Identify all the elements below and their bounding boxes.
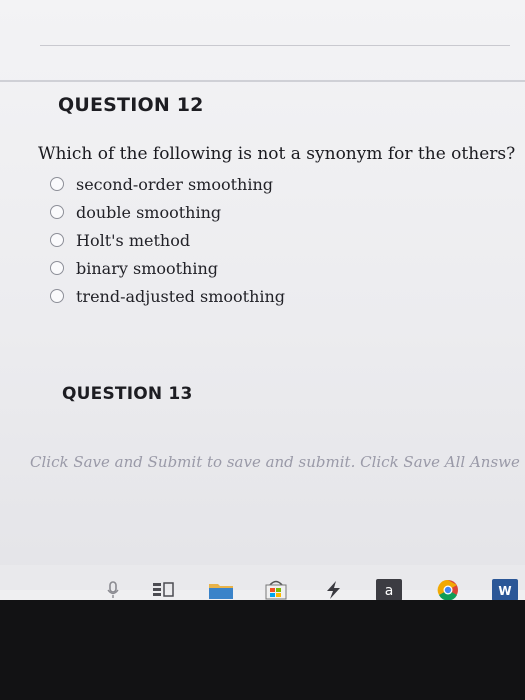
folder-icon[interactable] — [208, 580, 234, 600]
choice-option[interactable]: binary smoothing — [50, 254, 285, 282]
microphone-icon[interactable] — [106, 580, 120, 600]
choice-label: double smoothing — [76, 202, 222, 222]
question-13-title: QUESTION 13 — [62, 384, 193, 404]
choice-option[interactable]: trend-adjusted smoothing — [50, 282, 285, 310]
choice-label: binary smoothing — [76, 258, 219, 278]
choice-label: second-order smoothing — [76, 174, 273, 194]
save-instructions: Click Save and Submit to save and submit… — [30, 453, 520, 471]
radio-button[interactable] — [50, 205, 64, 219]
radio-button[interactable] — [50, 177, 64, 191]
question-12-title: QUESTION 12 — [58, 94, 204, 116]
store-icon[interactable] — [265, 580, 287, 600]
question-divider — [0, 80, 525, 82]
amazon-icon[interactable]: a — [376, 579, 402, 601]
radio-button[interactable] — [50, 289, 64, 303]
task-view-icon[interactable] — [152, 580, 174, 600]
svg-text:a: a — [385, 583, 394, 599]
choice-option[interactable]: second-order smoothing — [50, 170, 285, 198]
radio-button[interactable] — [50, 233, 64, 247]
question-12-prompt: Which of the following is not a synonym … — [38, 144, 516, 164]
choice-label: Holt's method — [76, 230, 191, 250]
answer-choices: second-order smoothing double smoothing … — [50, 170, 285, 310]
choice-option[interactable]: Holt's method — [50, 226, 285, 254]
screen-bezel — [0, 600, 525, 700]
svg-text:W: W — [498, 584, 511, 598]
word-icon[interactable]: W — [492, 579, 518, 601]
choice-option[interactable]: double smoothing — [50, 198, 285, 226]
bolt-icon[interactable] — [322, 580, 344, 600]
choice-label: trend-adjusted smoothing — [76, 286, 286, 306]
divider — [40, 45, 510, 46]
browser-page: QUESTION 12 Which of the following is no… — [0, 0, 525, 590]
radio-button[interactable] — [50, 261, 64, 275]
chrome-icon[interactable] — [436, 579, 460, 601]
